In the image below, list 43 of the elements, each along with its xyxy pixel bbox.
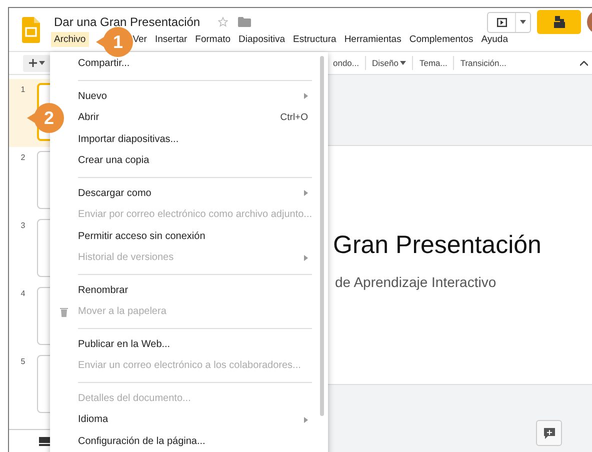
collapse-caret-icon[interactable] — [580, 60, 588, 66]
toolbar-button[interactable]: Tema... — [412, 56, 454, 70]
caret-icon — [400, 61, 406, 65]
callout-pointer — [96, 37, 104, 47]
slide-subtitle: de Aprendizaje Interactivo — [334, 274, 498, 290]
caret-icon — [39, 61, 45, 65]
star-icon[interactable] — [218, 17, 228, 27]
menu-item[interactable]: Abrir Ctrl+O — [72, 107, 328, 128]
menu-bar-item[interactable]: Formato — [192, 32, 234, 47]
menu-bar-item[interactable]: Insertar — [152, 32, 190, 47]
slide-number: 3 — [20, 221, 26, 230]
menu-item[interactable]: Configuración de la página... — [72, 430, 328, 452]
slide-number: 5 — [20, 357, 26, 366]
menu-item[interactable]: Nuevo — [72, 86, 328, 107]
slide-number: 2 — [20, 153, 26, 162]
toolbar-button[interactable]: Diseño — [365, 56, 412, 70]
menu-bar-item[interactable]: Archivo — [51, 32, 89, 47]
toolbar-button[interactable]: ondo... — [327, 56, 365, 70]
share-button[interactable] — [537, 10, 581, 34]
slide-number: 1 — [20, 85, 26, 94]
menu-bar-item[interactable]: Diapositiva — [236, 32, 288, 47]
callout-badge: 1 — [103, 27, 133, 57]
grid-view-icon[interactable] — [39, 436, 50, 446]
menu-bar-item[interactable]: Herramientas — [341, 32, 404, 47]
new-slide-button[interactable] — [23, 54, 51, 72]
folder-icon[interactable] — [238, 17, 252, 27]
shortcut-text: Ctrl+O — [280, 112, 308, 124]
document-title[interactable]: Dar una Gran Presentación — [54, 15, 200, 29]
toolbar-button[interactable]: Transición... — [453, 56, 512, 70]
menu-item[interactable]: Idioma — [72, 409, 328, 430]
comment-plus-icon — [544, 428, 554, 438]
menu-bar-item[interactable]: Estructura — [290, 32, 340, 47]
present-button[interactable] — [487, 12, 531, 32]
play-icon — [496, 18, 507, 26]
plus-icon — [29, 59, 37, 67]
caret-icon — [520, 20, 526, 24]
add-comment-button[interactable] — [536, 420, 562, 446]
trash-icon — [60, 306, 68, 317]
menu-bar-item[interactable]: Complementos — [406, 32, 476, 47]
slide-title: Gran Presentación — [333, 230, 542, 260]
slide-number: 4 — [20, 289, 26, 298]
menu-bar-item[interactable]: Ayuda — [478, 32, 511, 47]
callout-pointer — [27, 113, 35, 123]
